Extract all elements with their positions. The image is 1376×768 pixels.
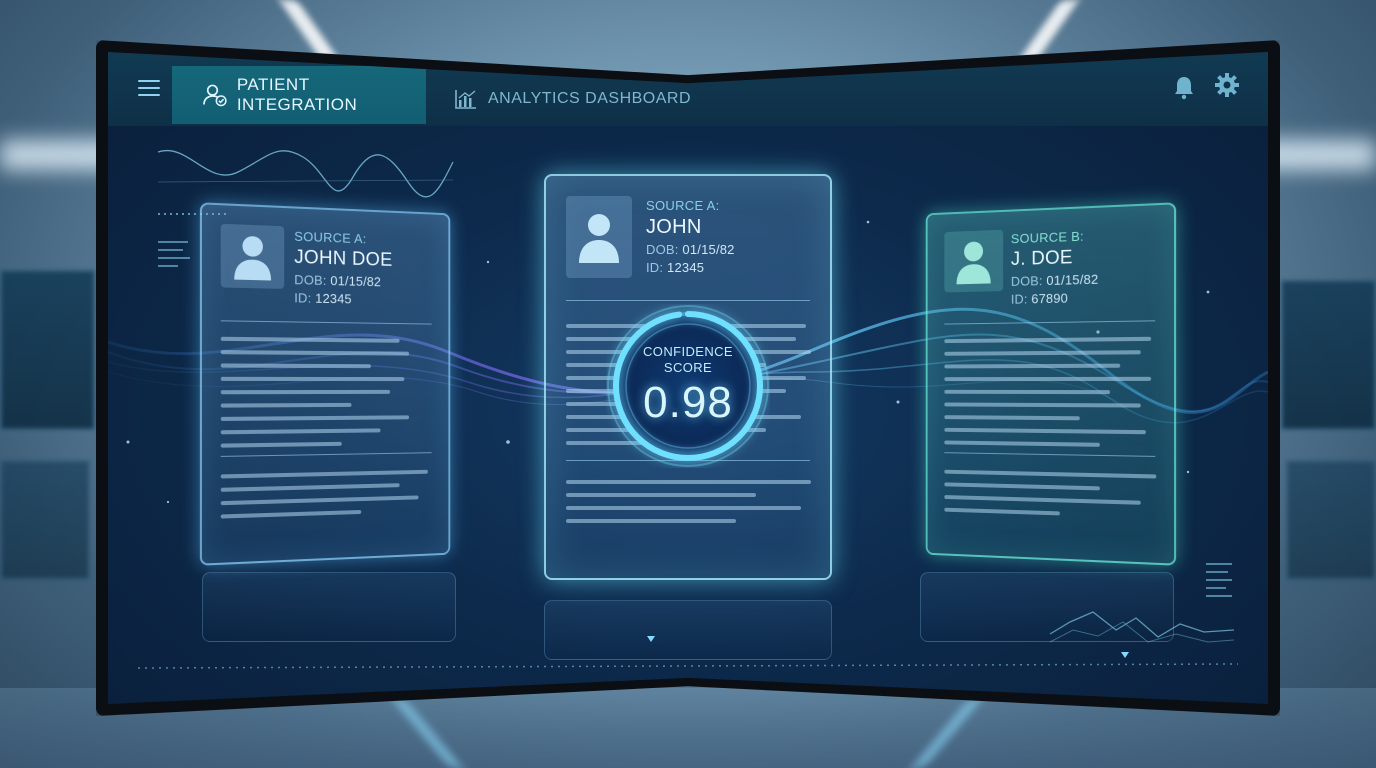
patient-info: SOURCE A: JOHN DOB: 01/15/82 ID: 12345 bbox=[646, 198, 735, 275]
confidence-label-line2: SCORE bbox=[664, 360, 712, 376]
patient-id: ID: 67890 bbox=[1011, 290, 1099, 307]
tab-label: ANALYTICS DASHBOARD bbox=[488, 90, 691, 108]
patient-info: SOURCE B: J. DOE DOB: 01/15/82 ID: 67890 bbox=[1011, 228, 1099, 307]
record-text-lines bbox=[221, 337, 419, 457]
confidence-score-value: 0.98 bbox=[643, 378, 733, 428]
person-icon bbox=[576, 209, 622, 265]
source-label: SOURCE A: bbox=[646, 198, 735, 213]
user-check-icon bbox=[202, 82, 227, 108]
tab-patient-integration[interactable]: PATIENT INTEGRATION bbox=[172, 66, 426, 124]
menu-button[interactable] bbox=[124, 68, 174, 108]
card-divider bbox=[944, 320, 1155, 324]
record-text-lines bbox=[944, 470, 1161, 528]
dob-label: DOB: bbox=[1011, 273, 1043, 289]
source-label: SOURCE B: bbox=[1011, 228, 1099, 246]
tab-analytics-dashboard[interactable]: ANALYTICS DASHBOARD bbox=[454, 88, 691, 110]
person-icon bbox=[230, 230, 275, 282]
bell-icon[interactable] bbox=[1172, 74, 1196, 100]
confidence-label-line1: CONFIDENCE bbox=[643, 344, 733, 360]
patient-dob: DOB: 01/15/82 bbox=[1011, 272, 1099, 289]
card-reflection bbox=[202, 572, 456, 642]
id-label: ID: bbox=[646, 260, 663, 275]
gear-icon[interactable] bbox=[1214, 72, 1240, 98]
background-screen bbox=[0, 460, 90, 580]
dotted-baseline bbox=[138, 664, 1238, 668]
background-screen bbox=[0, 270, 95, 430]
avatar bbox=[221, 224, 284, 289]
ceiling-light bbox=[279, 0, 339, 60]
avatar bbox=[944, 230, 1003, 293]
source-label: SOURCE A: bbox=[294, 229, 392, 248]
dob-label: DOB: bbox=[646, 242, 679, 257]
scroll-marker-icon bbox=[647, 636, 655, 642]
menu-lines-left bbox=[158, 242, 190, 266]
card-reflection bbox=[544, 600, 832, 660]
id-label: ID: bbox=[294, 290, 311, 305]
dob-value: 01/15/82 bbox=[682, 242, 734, 257]
ceiling-light bbox=[1019, 0, 1079, 60]
record-text-lines bbox=[944, 337, 1161, 457]
card-divider bbox=[566, 300, 810, 301]
tab-label: PATIENT INTEGRATION bbox=[237, 75, 426, 115]
card-reflection bbox=[920, 572, 1174, 642]
card-divider bbox=[221, 320, 432, 324]
patient-dob: DOB: 01/15/82 bbox=[294, 272, 392, 290]
dob-value: 01/15/82 bbox=[330, 273, 381, 289]
monitor-screen: PATIENT INTEGRATION ANALYTICS DASHBOARD bbox=[108, 52, 1268, 704]
dob-label: DOB: bbox=[294, 272, 326, 288]
id-value: 12345 bbox=[315, 291, 352, 307]
patient-name: JOHN bbox=[646, 216, 735, 239]
person-icon bbox=[953, 236, 995, 286]
dob-value: 01/15/82 bbox=[1046, 272, 1098, 288]
menu-lines-right bbox=[1206, 564, 1232, 596]
record-card-source-a-left[interactable]: SOURCE A: JOHN DOE DOB: 01/15/82 ID: 123… bbox=[200, 202, 450, 565]
id-value: 12345 bbox=[667, 260, 704, 275]
bar-chart-icon bbox=[454, 88, 478, 110]
menu-icon bbox=[138, 80, 160, 96]
patient-id: ID: 12345 bbox=[294, 290, 392, 307]
avatar bbox=[566, 196, 632, 278]
mini-line-graph-faint bbox=[158, 180, 453, 182]
confidence-score-gauge: CONFIDENCE SCORE 0.98 bbox=[606, 304, 770, 468]
record-text-lines bbox=[566, 480, 816, 532]
background-screen bbox=[1286, 460, 1376, 580]
id-value: 67890 bbox=[1031, 291, 1068, 307]
record-text-lines bbox=[221, 470, 437, 528]
mini-line-graph bbox=[158, 151, 453, 197]
record-card-source-b[interactable]: SOURCE B: J. DOE DOB: 01/15/82 ID: 67890 bbox=[926, 202, 1176, 565]
patient-id: ID: 12345 bbox=[646, 260, 735, 275]
patient-info: SOURCE A: JOHN DOE DOB: 01/15/82 ID: 123… bbox=[294, 229, 392, 308]
patient-name: J. DOE bbox=[1011, 246, 1099, 271]
patient-name: JOHN DOE bbox=[294, 247, 392, 272]
patient-dob: DOB: 01/15/82 bbox=[646, 242, 735, 257]
id-label: ID: bbox=[1011, 291, 1028, 306]
scroll-marker-icon bbox=[1121, 652, 1129, 658]
gauge-text: CONFIDENCE SCORE 0.98 bbox=[606, 304, 770, 468]
background-screen bbox=[1281, 280, 1376, 430]
